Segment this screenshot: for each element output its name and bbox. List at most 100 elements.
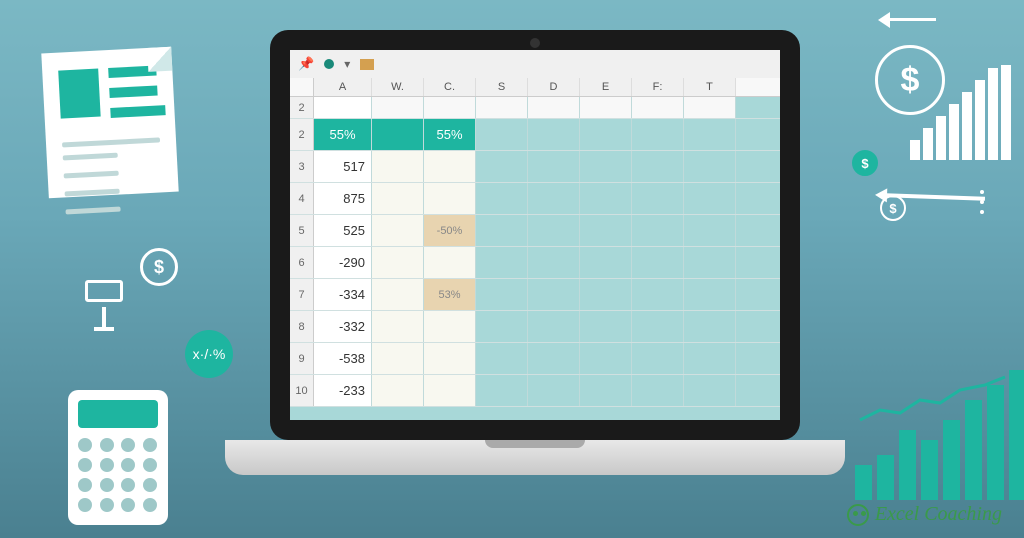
- cell[interactable]: [476, 247, 528, 278]
- cell[interactable]: [528, 183, 580, 214]
- row-number[interactable]: 6: [290, 247, 314, 278]
- cell[interactable]: [528, 215, 580, 246]
- col-header-t[interactable]: T: [684, 78, 736, 96]
- cell[interactable]: -332: [314, 311, 372, 342]
- cell[interactable]: [372, 97, 424, 118]
- cell[interactable]: 875: [314, 183, 372, 214]
- cell[interactable]: [632, 183, 684, 214]
- col-header-s[interactable]: S: [476, 78, 528, 96]
- cell[interactable]: [580, 343, 632, 374]
- row-number[interactable]: 3: [290, 151, 314, 182]
- row-number[interactable]: 2: [290, 97, 314, 118]
- col-header-d[interactable]: D: [528, 78, 580, 96]
- col-header-f[interactable]: F:: [632, 78, 684, 96]
- cell[interactable]: [528, 343, 580, 374]
- cell[interactable]: [632, 97, 684, 118]
- col-header-a[interactable]: A: [314, 78, 372, 96]
- cell[interactable]: [580, 119, 632, 150]
- cell[interactable]: [372, 247, 424, 278]
- cell[interactable]: [632, 151, 684, 182]
- cell[interactable]: [632, 247, 684, 278]
- cell[interactable]: [684, 375, 736, 406]
- row-number[interactable]: 5: [290, 215, 314, 246]
- cell[interactable]: [424, 375, 476, 406]
- row-number[interactable]: 4: [290, 183, 314, 214]
- cell[interactable]: [476, 375, 528, 406]
- cell[interactable]: [314, 97, 372, 118]
- row-number[interactable]: 2: [290, 119, 314, 150]
- cell[interactable]: 525: [314, 215, 372, 246]
- row-number[interactable]: 8: [290, 311, 314, 342]
- cell[interactable]: [684, 343, 736, 374]
- cell[interactable]: [580, 183, 632, 214]
- cell[interactable]: [684, 97, 736, 118]
- cell[interactable]: [684, 215, 736, 246]
- cell[interactable]: [424, 343, 476, 374]
- cell[interactable]: [580, 375, 632, 406]
- col-header-c[interactable]: C.: [424, 78, 476, 96]
- cell[interactable]: 53%: [424, 279, 476, 310]
- cell[interactable]: [684, 183, 736, 214]
- pin-icon[interactable]: 📌: [298, 56, 314, 72]
- cell[interactable]: [372, 311, 424, 342]
- cell[interactable]: [632, 215, 684, 246]
- cell[interactable]: [424, 247, 476, 278]
- cell[interactable]: -290: [314, 247, 372, 278]
- record-icon[interactable]: [324, 59, 334, 69]
- col-header-e[interactable]: E: [580, 78, 632, 96]
- cell[interactable]: [476, 97, 528, 118]
- cell[interactable]: [372, 119, 424, 150]
- cell[interactable]: 517: [314, 151, 372, 182]
- cell[interactable]: [580, 279, 632, 310]
- cell[interactable]: [684, 247, 736, 278]
- cell[interactable]: [476, 215, 528, 246]
- cell[interactable]: 55%: [314, 119, 372, 150]
- cell[interactable]: [476, 183, 528, 214]
- row-number[interactable]: 7: [290, 279, 314, 310]
- cell[interactable]: [372, 183, 424, 214]
- cell[interactable]: [528, 119, 580, 150]
- cell[interactable]: [476, 151, 528, 182]
- cell[interactable]: [372, 151, 424, 182]
- cell[interactable]: [684, 151, 736, 182]
- cell[interactable]: [684, 311, 736, 342]
- cell[interactable]: [580, 247, 632, 278]
- cell[interactable]: [632, 119, 684, 150]
- cell[interactable]: [632, 279, 684, 310]
- cell[interactable]: [528, 375, 580, 406]
- cell[interactable]: [580, 151, 632, 182]
- dropdown-icon[interactable]: ▾: [344, 57, 350, 71]
- cell[interactable]: [528, 151, 580, 182]
- cell[interactable]: [528, 247, 580, 278]
- cell[interactable]: 55%: [424, 119, 476, 150]
- cell[interactable]: [476, 279, 528, 310]
- cell[interactable]: -233: [314, 375, 372, 406]
- clipboard-icon[interactable]: [360, 59, 374, 70]
- cell[interactable]: -50%: [424, 215, 476, 246]
- cell[interactable]: [476, 119, 528, 150]
- cell[interactable]: [372, 343, 424, 374]
- cell[interactable]: [424, 183, 476, 214]
- cell[interactable]: [580, 97, 632, 118]
- select-all-corner[interactable]: [290, 78, 314, 96]
- cell[interactable]: [372, 279, 424, 310]
- row-number[interactable]: 10: [290, 375, 314, 406]
- cell[interactable]: [684, 119, 736, 150]
- cell[interactable]: -538: [314, 343, 372, 374]
- col-header-w[interactable]: W.: [372, 78, 424, 96]
- row-number[interactable]: 9: [290, 343, 314, 374]
- cell[interactable]: [372, 215, 424, 246]
- cell[interactable]: -334: [314, 279, 372, 310]
- cell[interactable]: [476, 311, 528, 342]
- cell[interactable]: [528, 97, 580, 118]
- cell[interactable]: [476, 343, 528, 374]
- cell[interactable]: [424, 311, 476, 342]
- cell[interactable]: [424, 151, 476, 182]
- cell[interactable]: [372, 375, 424, 406]
- cell[interactable]: [580, 311, 632, 342]
- cell[interactable]: [632, 311, 684, 342]
- cell[interactable]: [632, 343, 684, 374]
- cell[interactable]: [632, 375, 684, 406]
- cell[interactable]: [580, 215, 632, 246]
- cell[interactable]: [424, 97, 476, 118]
